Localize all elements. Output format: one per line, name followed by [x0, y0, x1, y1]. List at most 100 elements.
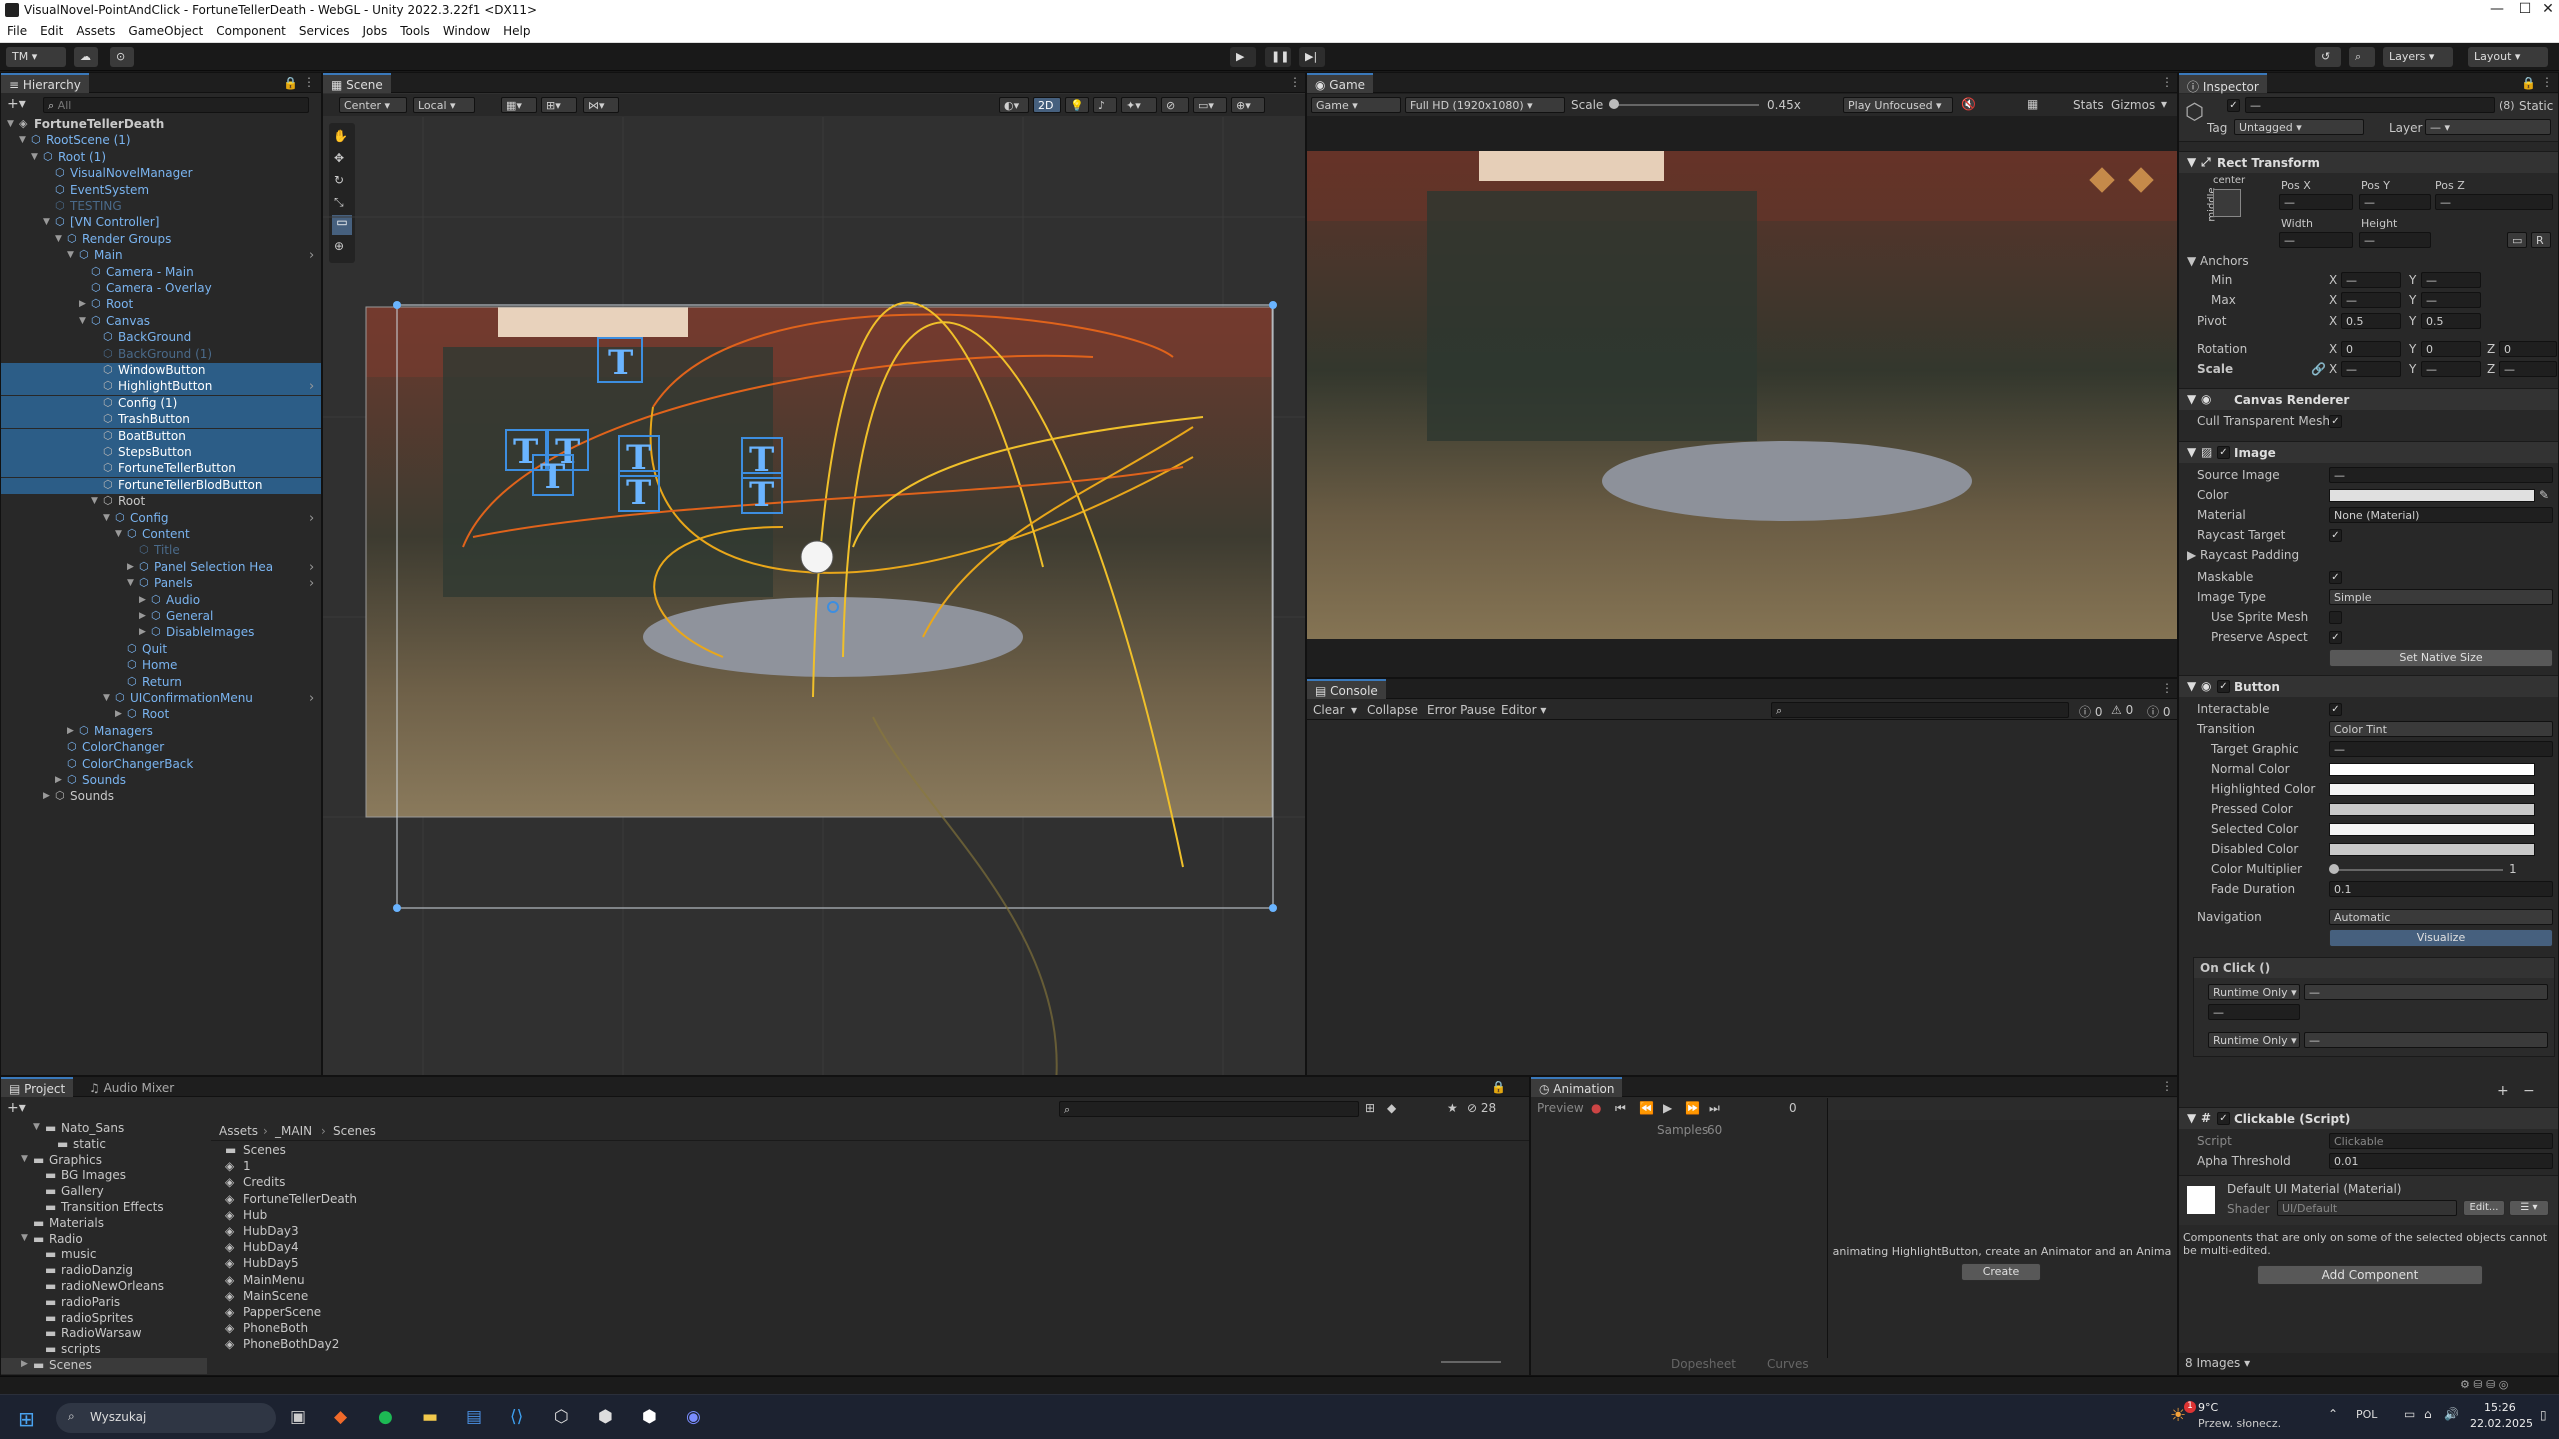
- last-frame-icon[interactable]: ⏭: [1709, 1101, 1720, 1116]
- scale-y-field[interactable]: —: [2421, 361, 2481, 377]
- scale-z-field[interactable]: —: [2499, 361, 2557, 377]
- volume-icon[interactable]: 🔊: [2444, 1407, 2459, 1421]
- expanded-arrow-icon[interactable]: ▼: [67, 250, 77, 260]
- prefab-chevron-icon[interactable]: ›: [309, 379, 319, 394]
- clear-options-icon[interactable]: ▾: [1351, 703, 1357, 717]
- anchor-max-x[interactable]: —: [2341, 292, 2401, 308]
- display-dropdown[interactable]: Game ▾: [1311, 97, 1401, 113]
- raycast-padding-row[interactable]: ▶ Raycast Padding: [2179, 547, 2558, 565]
- hierarchy-item[interactable]: ▼ ◈ FortuneTellerDeath: [1, 117, 321, 133]
- play-button[interactable]: ▶: [1230, 47, 1256, 67]
- increment-snap-icon[interactable]: ⋈▾: [583, 97, 619, 113]
- hierarchy-item[interactable]: ⬡ FortuneTellerButton: [1, 461, 321, 478]
- navigation-dropdown[interactable]: Automatic: [2329, 909, 2553, 925]
- effects-icon[interactable]: ✦▾: [1121, 97, 1157, 113]
- expanded-arrow-icon[interactable]: ▼: [31, 152, 41, 162]
- brave-icon[interactable]: ◆: [334, 1407, 347, 1427]
- prefab-chevron-icon[interactable]: ›: [309, 576, 319, 591]
- menu-help[interactable]: Help: [496, 21, 536, 38]
- console-search-input[interactable]: ⌕: [1771, 702, 2069, 718]
- multiplier-value[interactable]: 1: [2509, 862, 2517, 876]
- lock-icon[interactable]: 🔒: [2521, 76, 2536, 90]
- scene-viewport[interactable]: T T T T T T T T: [323, 117, 1305, 1075]
- menu-jobs[interactable]: Jobs: [356, 21, 394, 38]
- hierarchy-item[interactable]: ▼ ⬡ Panels ›: [1, 576, 321, 592]
- hierarchy-item[interactable]: ▶ ⬡ Root: [1, 297, 321, 313]
- hierarchy-item[interactable]: ▼ ⬡ Root: [1, 494, 321, 510]
- file-item[interactable]: ◈ Hub: [221, 1208, 821, 1224]
- file-item[interactable]: ◈ MainScene: [221, 1289, 821, 1305]
- crumb-main[interactable]: _MAIN: [275, 1124, 312, 1138]
- folder-item[interactable]: ▶ ▬ Scenes: [1, 1358, 207, 1374]
- account-dropdown[interactable]: TM ▾: [6, 47, 66, 67]
- icon-size-slider[interactable]: [1441, 1361, 1501, 1363]
- collab-icon[interactable]: ⊙: [110, 47, 134, 67]
- folder-arrow-icon[interactable]: ▶: [21, 1359, 28, 1369]
- layout-dropdown[interactable]: Layout ▾: [2468, 47, 2548, 67]
- collapsed-arrow-icon[interactable]: ▶: [43, 791, 53, 801]
- material-field[interactable]: None (Material): [2329, 507, 2553, 523]
- tab-console[interactable]: ▤ Console: [1307, 679, 1386, 699]
- clickable-enabled-checkbox[interactable]: ✓: [2217, 1112, 2230, 1125]
- hierarchy-item[interactable]: ⬡ TESTING: [1, 199, 321, 215]
- hierarchy-item[interactable]: ⬡ Camera - Overlay: [1, 281, 321, 297]
- add-listener-icon[interactable]: +: [2497, 1083, 2509, 1099]
- hierarchy-item[interactable]: ⬡ VisualNovelManager: [1, 166, 321, 182]
- step-button[interactable]: ▶|: [1299, 47, 1325, 67]
- notifications-icon[interactable]: ▯: [2540, 1408, 2547, 1422]
- hierarchy-item[interactable]: ⬡ BoatButton: [1, 428, 321, 445]
- collapsed-arrow-icon[interactable]: ▶: [115, 709, 125, 719]
- folder-item[interactable]: ▬ radioNewOrleans: [1, 1279, 207, 1295]
- filter-label-icon[interactable]: ◆: [1387, 1101, 1396, 1115]
- menu-edit[interactable]: Edit: [33, 21, 69, 38]
- task-view-icon[interactable]: ▣: [290, 1407, 306, 1427]
- pivot-dropdown[interactable]: Center ▾: [339, 97, 407, 113]
- next-frame-icon[interactable]: ⏩: [1685, 1101, 1700, 1115]
- fade-duration-field[interactable]: 0.1: [2329, 881, 2553, 897]
- info-count[interactable]: ⓘ 0: [2079, 703, 2102, 720]
- more-icon[interactable]: ⋮: [1289, 75, 1301, 89]
- folder-item[interactable]: ▬ RadioWarsaw: [1, 1326, 207, 1342]
- button-enabled-checkbox[interactable]: ✓: [2217, 680, 2230, 693]
- hierarchy-search-input[interactable]: ⌕ All: [43, 97, 309, 113]
- grid-snap-icon[interactable]: ▦▾: [501, 97, 537, 113]
- notepad-icon[interactable]: ▤: [466, 1407, 482, 1427]
- collapsed-arrow-icon[interactable]: ▶: [127, 562, 137, 572]
- multiplier-slider[interactable]: [2333, 869, 2503, 871]
- rot-y-field[interactable]: 0: [2421, 341, 2481, 357]
- crumb-assets[interactable]: Assets: [219, 1124, 258, 1138]
- normal-color-swatch[interactable]: [2329, 763, 2535, 776]
- hierarchy-item[interactable]: ▼ ⬡ Render Groups: [1, 232, 321, 248]
- more-icon[interactable]: ⋮: [2161, 1079, 2173, 1093]
- anchors-row[interactable]: ▼ Anchors: [2179, 253, 2558, 271]
- more-icon[interactable]: ⋮: [2541, 75, 2553, 89]
- folder-item[interactable]: ▬ Gallery: [1, 1184, 207, 1200]
- tag-dropdown[interactable]: Untagged ▾: [2234, 119, 2364, 135]
- network-icon[interactable]: ⌂: [2424, 1407, 2432, 1421]
- hierarchy-item[interactable]: ▼ ⬡ Content: [1, 527, 321, 543]
- folder-arrow-icon[interactable]: ▼: [33, 1122, 40, 1132]
- more-icon[interactable]: ⋮: [303, 75, 315, 89]
- target-field-1[interactable]: —: [2208, 1004, 2300, 1020]
- clock-date[interactable]: 22.02.2025: [2470, 1417, 2533, 1430]
- blueprint-icon[interactable]: ▭: [2507, 232, 2527, 248]
- snap-icon[interactable]: ⊞▾: [541, 97, 577, 113]
- anchor-preset-icon[interactable]: [2213, 189, 2241, 217]
- anchor-min-y[interactable]: —: [2421, 272, 2481, 288]
- project-search-input[interactable]: ⌕: [1059, 1101, 1359, 1117]
- display-icon[interactable]: ▭: [2404, 1407, 2415, 1421]
- color-swatch[interactable]: [2329, 489, 2535, 502]
- hierarchy-item[interactable]: ⬡ EventSystem: [1, 183, 321, 199]
- warning-count[interactable]: ⚠ 0: [2111, 703, 2133, 717]
- more-icon[interactable]: ⋮: [2161, 75, 2173, 89]
- clear-button[interactable]: Clear: [1313, 703, 1344, 717]
- collapsed-arrow-icon[interactable]: ▶: [55, 775, 65, 785]
- collapsed-arrow-icon[interactable]: ▶: [139, 611, 149, 621]
- pivot-x-field[interactable]: 0.5: [2341, 313, 2401, 329]
- maskable-checkbox[interactable]: ✓: [2329, 571, 2342, 584]
- use-sprite-mesh-checkbox[interactable]: [2329, 611, 2342, 624]
- scale-x-field[interactable]: —: [2341, 361, 2401, 377]
- folder-item[interactable]: ▬ Transition Effects: [1, 1200, 207, 1216]
- pos-x-field[interactable]: —: [2279, 194, 2353, 210]
- file-item[interactable]: ◈ HubDay4: [221, 1240, 821, 1256]
